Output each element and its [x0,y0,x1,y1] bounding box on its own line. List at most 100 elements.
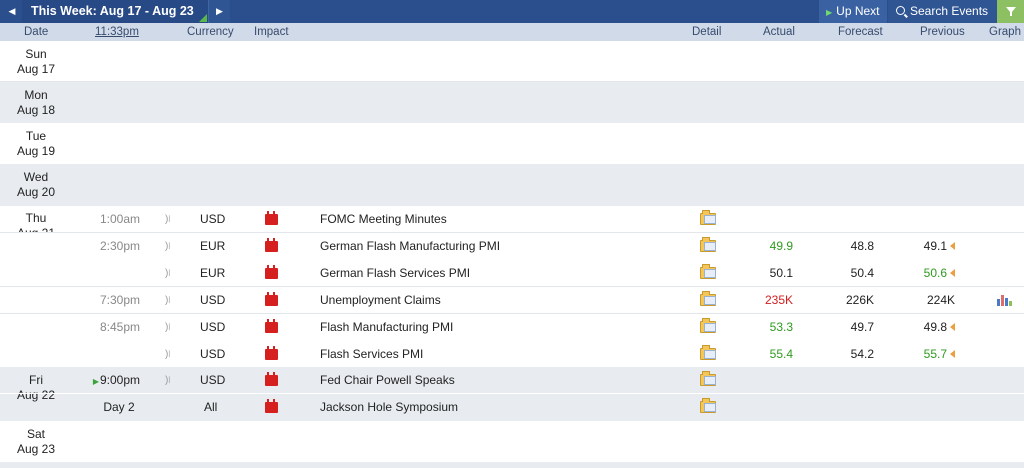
up-next-label: Up Next [836,4,880,18]
calendar-toolbar: ◀ This Week: Aug 17 - Aug 23 ▶ ▶ Up Next … [0,0,1024,23]
event-previous: 50.6 [903,260,955,287]
next-week-arrow-icon[interactable]: ▶ [208,0,230,23]
event-row[interactable]: 2:30pm )⧘ EUR German Flash Manufacturing… [0,233,1024,260]
event-previous: 55.7 [903,341,955,368]
day-row-mon: Mon Aug 18 [0,82,1024,123]
event-forecast: 48.8 [850,239,874,253]
header-detail: Detail [692,26,722,38]
event-currency: USD [200,347,226,361]
detail-folder-icon[interactable] [700,394,716,421]
event-title[interactable]: Jackson Hole Symposium [320,394,458,421]
header-currency: Currency [187,26,234,38]
day-row-tue: Tue Aug 19 [0,123,1024,164]
week-selector-button[interactable]: This Week: Aug 17 - Aug 23 [22,0,208,23]
event-row[interactable]: )⧘ USD Flash Services PMI 55.4 54.2 55.7 [0,341,1024,367]
search-events-button[interactable]: Search Events [888,0,997,23]
high-impact-folder-icon [265,394,278,421]
header-time-link[interactable]: 11:33pm [95,23,139,41]
event-currency: EUR [200,239,226,253]
header-impact: Impact [254,26,289,38]
prev-week-arrow-icon[interactable]: ◀ [2,0,22,23]
sound-icon: )⧘ [165,268,171,279]
event-time: 2:30pm [99,239,140,253]
event-time: ▶9:00pm [92,373,140,387]
live-play-icon: ▶ [92,377,99,386]
event-row[interactable]: 7:30pm )⧘ USD Unemployment Claims 235K 2… [0,287,1024,314]
event-currency: USD [200,373,226,387]
day-label: Tue Aug 19 [16,129,56,158]
detail-folder-icon[interactable] [700,233,716,260]
event-title[interactable]: Flash Services PMI [320,341,423,368]
day-label: Wed Aug 20 [16,170,56,199]
event-actual: 53.3 [769,320,793,334]
sound-icon: )⧘ [165,349,171,360]
header-actual: Actual [763,26,795,38]
event-title[interactable]: German Flash Services PMI [320,260,470,287]
event-currency: USD [200,212,226,226]
sound-icon: )⧘ [165,214,171,225]
event-time [72,341,144,368]
week-label: This Week: Aug 17 - Aug 23 [31,4,194,18]
high-impact-folder-icon [265,233,278,260]
event-time [72,260,144,287]
day-label: Mon Aug 18 [16,88,56,117]
detail-folder-icon[interactable] [700,367,716,394]
event-time: 7:30pm [99,293,140,307]
detail-folder-icon[interactable] [700,341,716,368]
search-events-label: Search Events [910,4,989,18]
event-row[interactable]: 1:00am )⧘ USD FOMC Meeting Minutes [0,206,1024,233]
event-title[interactable]: FOMC Meeting Minutes [320,206,447,233]
event-row[interactable]: )⧘ EUR German Flash Services PMI 50.1 50… [0,260,1024,287]
header-graph: Graph [989,26,1021,38]
event-currency: USD [200,320,226,334]
event-previous: 49.8 [903,314,955,341]
high-impact-folder-icon [265,341,278,368]
day-label: Sun Aug 17 [16,47,56,76]
high-impact-folder-icon [265,206,278,233]
filter-button[interactable] [997,0,1024,23]
event-forecast: 49.7 [850,320,874,334]
event-actual: 55.4 [769,347,793,361]
high-impact-folder-icon [265,287,278,314]
detail-folder-icon[interactable] [700,314,716,341]
event-time: 1:00am [99,212,140,226]
event-previous: 49.1 [903,233,955,260]
sound-icon: )⧘ [165,295,171,306]
up-next-button[interactable]: ▶ Up Next [819,0,887,23]
high-impact-folder-icon [265,367,278,394]
event-time: 8:45pm [99,320,140,334]
bar-graph-icon[interactable] [997,287,1012,314]
search-icon [896,6,905,15]
detail-folder-icon[interactable] [700,206,716,233]
event-forecast: 54.2 [850,347,874,361]
day-row-wed: Wed Aug 20 [0,164,1024,206]
day-label: Sat Aug 23 [16,427,56,456]
event-title[interactable]: Flash Manufacturing PMI [320,314,453,341]
event-currency: USD [200,293,226,307]
revision-arrow-icon [950,350,955,358]
event-actual: 235K [764,293,793,307]
event-row[interactable]: Day 2 All Jackson Hole Symposium [0,394,1024,421]
event-forecast: 226K [845,293,874,307]
event-forecast: 50.4 [850,266,874,280]
event-currency: All [204,400,218,414]
event-row[interactable]: 8:45pm )⧘ USD Flash Manufacturing PMI 53… [0,314,1024,341]
revision-arrow-icon [950,269,955,277]
header-forecast: Forecast [838,26,883,38]
event-title[interactable]: German Flash Manufacturing PMI [320,233,500,260]
event-actual: 50.1 [769,266,793,280]
sound-icon: )⧘ [165,322,171,333]
event-actual: 49.9 [769,239,793,253]
detail-folder-icon[interactable] [700,260,716,287]
event-row[interactable]: ▶9:00pm )⧘ USD Fed Chair Powell Speaks [0,367,1024,394]
play-icon: ▶ [826,8,833,17]
high-impact-folder-icon [265,260,278,287]
header-date: Date [24,26,49,38]
revision-arrow-icon [950,242,955,250]
event-title[interactable]: Fed Chair Powell Speaks [320,367,455,394]
detail-folder-icon[interactable] [700,287,716,314]
filter-funnel-icon [1006,7,1016,16]
event-title[interactable]: Unemployment Claims [320,287,441,314]
high-impact-folder-icon [265,314,278,341]
event-time: Day 2 [103,400,135,414]
